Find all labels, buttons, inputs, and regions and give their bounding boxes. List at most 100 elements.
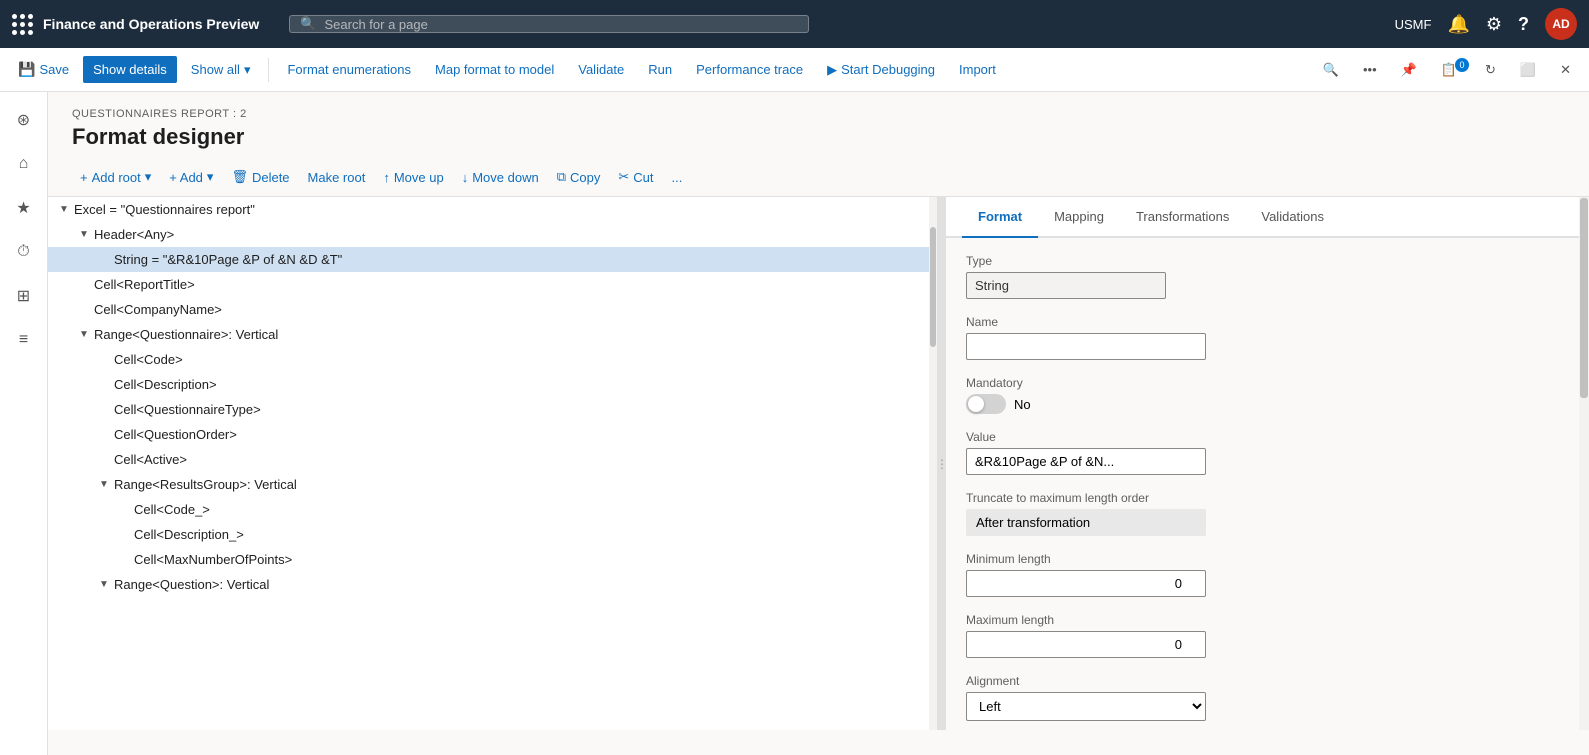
tab-validations[interactable]: Validations	[1245, 197, 1340, 238]
tree-item[interactable]: Cell<QuestionnaireType>	[48, 397, 937, 422]
max-length-label: Maximum length	[966, 613, 1559, 627]
run-button[interactable]: Run	[638, 56, 682, 83]
global-search[interactable]: 🔍 Search for a page	[289, 15, 809, 33]
sidebar-favorites-icon[interactable]: ★	[4, 188, 44, 228]
left-sidebar: ⊛ ⌂ ★ ⏱ ⊞ ≡	[0, 92, 48, 755]
avatar[interactable]: AD	[1545, 8, 1577, 40]
map-format-button[interactable]: Map format to model	[425, 56, 564, 83]
alignment-label: Alignment	[966, 674, 1559, 688]
sidebar-workspaces-icon[interactable]: ⊞	[4, 276, 44, 316]
validate-button[interactable]: Validate	[568, 56, 634, 83]
tab-mapping[interactable]: Mapping	[1038, 197, 1120, 238]
notifications-badge[interactable]: 📋0	[1431, 56, 1471, 84]
sidebar-recent-icon[interactable]: ⏱	[4, 232, 44, 272]
popout-icon[interactable]: ⬜	[1510, 56, 1546, 84]
help-icon[interactable]: ?	[1518, 14, 1529, 35]
copy-icon: ⧉	[557, 169, 566, 185]
tree-collapse-icon[interactable]: ▼	[76, 329, 92, 340]
save-button[interactable]: 💾 Save	[8, 55, 79, 84]
tree-item[interactable]: ▼ Range<ResultsGroup>: Vertical	[48, 472, 937, 497]
tree-item[interactable]: Cell<Code_>	[48, 497, 937, 522]
search-toolbar-icon[interactable]: 🔍	[1313, 56, 1349, 84]
tab-transformations[interactable]: Transformations	[1120, 197, 1245, 238]
value-input[interactable]	[966, 448, 1206, 475]
page-header: QUESTIONNAIRES REPORT : 2 Format designe…	[48, 92, 1589, 158]
make-root-button[interactable]: Make root	[300, 165, 374, 190]
max-length-input[interactable]	[966, 631, 1206, 658]
cut-button[interactable]: ✂ Cut	[610, 164, 661, 190]
cut-icon: ✂	[618, 169, 629, 185]
tree-item[interactable]: ▼ Range<Questionnaire>: Vertical	[48, 322, 937, 347]
tree-collapse-icon[interactable]: ▼	[96, 579, 112, 590]
notification-icon[interactable]: 🔔	[1447, 14, 1469, 35]
tree-item[interactable]: Cell<QuestionOrder>	[48, 422, 937, 447]
tree-collapse-icon[interactable]: ▼	[96, 479, 112, 490]
show-all-button[interactable]: Show all ▾	[181, 56, 261, 84]
min-length-label: Minimum length	[966, 552, 1559, 566]
tree-item[interactable]: Cell<Description>	[48, 372, 937, 397]
tree-item[interactable]: Cell<Code>	[48, 347, 937, 372]
move-down-button[interactable]: ↓ Move down	[454, 165, 547, 190]
value-label: Value	[966, 430, 1559, 444]
settings-icon[interactable]: ⚙	[1486, 14, 1502, 35]
tree-item[interactable]: Cell<Active>	[48, 447, 937, 472]
tree-collapse-icon[interactable]: ▼	[76, 229, 92, 240]
right-scrollbar[interactable]	[1579, 197, 1589, 730]
performance-trace-button[interactable]: Performance trace	[686, 56, 813, 83]
name-label: Name	[966, 315, 1559, 329]
min-length-field: Minimum length	[966, 552, 1559, 597]
debug-icon: ▶	[827, 62, 837, 78]
username-label: USMF	[1395, 17, 1432, 32]
app-title: Finance and Operations Preview	[43, 16, 259, 32]
add-root-button[interactable]: + Add root ▾	[72, 164, 159, 190]
tree-item[interactable]: Cell<MaxNumberOfPoints>	[48, 547, 937, 572]
tree-item[interactable]: ▼ Header<Any>	[48, 222, 937, 247]
alignment-select[interactable]: Left Right Center	[966, 692, 1206, 721]
format-enumerations-button[interactable]: Format enumerations	[277, 56, 421, 83]
tab-format[interactable]: Format	[962, 197, 1038, 238]
main-content: QUESTIONNAIRES REPORT : 2 Format designe…	[48, 92, 1589, 755]
sidebar-home-icon[interactable]: ⌂	[4, 144, 44, 184]
more-format-button[interactable]: ...	[664, 165, 691, 190]
copy-button[interactable]: ⧉ Copy	[549, 164, 609, 190]
add-button[interactable]: + Add ▾	[161, 164, 221, 190]
mandatory-label: Mandatory	[966, 376, 1559, 390]
start-debugging-button[interactable]: ▶ Start Debugging	[817, 56, 945, 84]
tree-collapse-icon[interactable]: ▼	[56, 204, 72, 215]
breadcrumb: QUESTIONNAIRES REPORT : 2	[72, 108, 1565, 120]
pin-icon[interactable]: 📌	[1391, 56, 1427, 84]
app-grid-icon[interactable]	[12, 14, 33, 35]
refresh-icon[interactable]: ↻	[1475, 56, 1506, 84]
max-length-field: Maximum length	[966, 613, 1559, 658]
delete-button[interactable]: 🗑 Delete	[223, 164, 297, 190]
type-input[interactable]	[966, 272, 1166, 299]
page-title: Format designer	[72, 124, 1565, 150]
tree-item-selected[interactable]: String = "&R&10Page &P of &N &D &T"	[48, 247, 937, 272]
resize-handle[interactable]: ⋮	[938, 197, 946, 730]
close-icon[interactable]: ✕	[1550, 56, 1581, 84]
truncate-dropdown[interactable]: After transformation	[966, 509, 1206, 536]
plus-icon: +	[80, 170, 88, 185]
tree-item[interactable]: Cell<CompanyName>	[48, 297, 937, 322]
tree-item[interactable]: Cell<Description_>	[48, 522, 937, 547]
type-field: Type	[966, 254, 1559, 299]
mandatory-toggle[interactable]	[966, 394, 1006, 414]
min-length-input[interactable]	[966, 570, 1206, 597]
tree-scrollbar[interactable]	[929, 197, 937, 730]
move-up-icon: ↑	[383, 170, 390, 185]
tree-item[interactable]: ▼ Excel = "Questionnaires report"	[48, 197, 937, 222]
tree-item[interactable]: Cell<ReportTitle>	[48, 272, 937, 297]
tree-item[interactable]: ▼ Range<Question>: Vertical	[48, 572, 937, 597]
move-up-button[interactable]: ↑ Move up	[375, 165, 451, 190]
name-input[interactable]	[966, 333, 1206, 360]
show-details-button[interactable]: Show details	[83, 56, 177, 83]
more-options-button[interactable]: •••	[1353, 56, 1387, 84]
toggle-knob	[968, 396, 984, 412]
type-label: Type	[966, 254, 1559, 268]
search-placeholder: Search for a page	[324, 17, 427, 32]
form-section: Type Name Mandatory No	[946, 238, 1579, 730]
sidebar-filter-icon[interactable]: ⊛	[4, 100, 44, 140]
top-bar-right: USMF 🔔 ⚙ ? AD	[1395, 8, 1577, 40]
import-button[interactable]: Import	[949, 56, 1006, 83]
sidebar-list-icon[interactable]: ≡	[4, 320, 44, 360]
